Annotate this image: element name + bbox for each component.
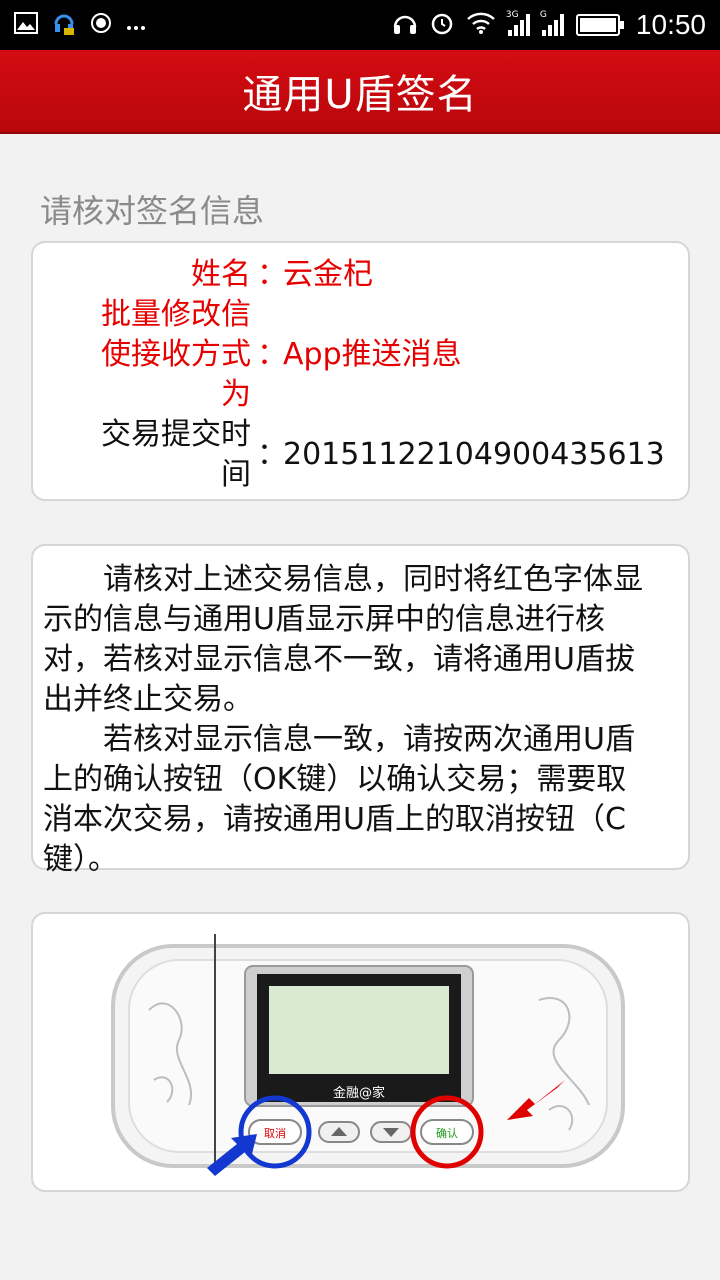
instruction-card: 请核对上述交易信息，同时将红色字体显 示的信息与通用U盾显示屏中的信息进行核 对… <box>31 544 690 877</box>
alarm-icon <box>430 11 454 40</box>
instruction-line: 示的信息与通用U盾显示屏中的信息进行核 <box>43 602 605 637</box>
image-icon <box>14 11 38 39</box>
usb-key-illustration: 金融@家 取消 确认 <box>109 930 629 1184</box>
signal-3g-icon: 3G <box>506 10 530 36</box>
info-label-receive-method-line1: 批量修改信 <box>101 297 251 332</box>
headset-app-icon <box>52 10 76 41</box>
instruction-line: 请核对上述交易信息，同时将红色字体显 <box>103 562 643 597</box>
info-label-receive-method-line2: 使接收方式 <box>101 337 251 372</box>
instruction-line: 出并终止交易。 <box>43 682 253 717</box>
status-bar: 3G G 10:50 <box>0 0 720 50</box>
status-bar-right: 3G G 10:50 <box>392 9 706 41</box>
more-icon <box>126 14 146 36</box>
headphones-icon <box>392 11 418 40</box>
info-value-submit-time: 20151122104900435613 <box>283 437 665 472</box>
usb-key-illustration-card: 金融@家 取消 确认 <box>31 912 690 1192</box>
page-title: 通用U盾签名 <box>242 72 478 118</box>
wifi-icon <box>466 11 496 40</box>
signature-info-card: 姓名 ： 云金杞 批量修改信 使接收方式 为 ： App推送消息 交易提交时 间… <box>31 241 690 501</box>
title-bar: 通用U盾签名 <box>0 50 720 134</box>
record-icon <box>90 12 112 39</box>
device-cancel-label: 取消 <box>264 1126 286 1140</box>
signal-g-tag: G <box>539 10 547 20</box>
info-value-receive-method: App推送消息 <box>283 337 462 372</box>
info-label-name: 姓名 <box>191 257 251 292</box>
device-brand: 金融@家 <box>333 1085 385 1101</box>
info-label-receive-method-line3: 为 <box>221 377 251 412</box>
instruction-line: 键）。 <box>43 842 118 877</box>
instruction-line: 若核对显示信息一致，请按两次通用U盾 <box>103 722 635 757</box>
info-label-submit-time-line1: 交易提交时 <box>101 417 251 452</box>
battery-icon <box>575 14 624 36</box>
signal-3g-tag: 3G <box>505 10 519 20</box>
info-value-name: 云金杞 <box>283 257 373 292</box>
section-title: 请核对签名信息 <box>40 192 265 230</box>
device-confirm-label: 确认 <box>436 1127 458 1140</box>
instruction-line: 消本次交易，请按通用U盾上的取消按钮（C <box>43 802 626 837</box>
info-label-submit-time-line2: 间 <box>221 457 251 492</box>
instruction-text: 请核对上述交易信息，同时将红色字体显 示的信息与通用U盾显示屏中的信息进行核 对… <box>43 560 683 880</box>
instruction-line: 对，若核对显示信息不一致，请将通用U盾拔 <box>43 642 635 677</box>
clock: 10:50 <box>635 9 706 40</box>
signal-g-icon: G <box>540 10 564 36</box>
status-bar-left <box>14 10 146 41</box>
instruction-line: 上的确认按钮（OK键）以确认交易；需要取 <box>43 762 627 797</box>
